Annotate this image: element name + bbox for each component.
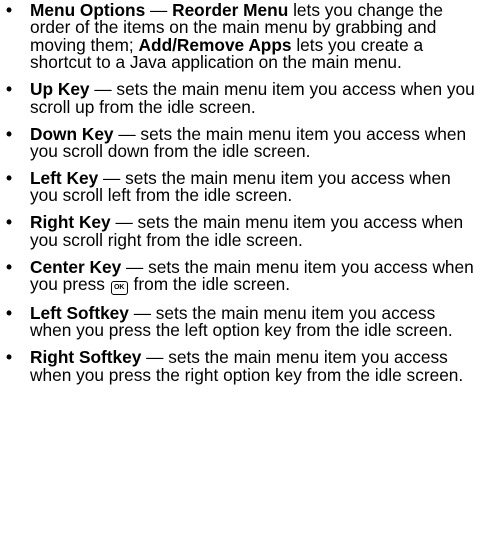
- bullet-marker: •: [6, 212, 13, 233]
- manual-page: • Menu Options — Reorder Menu lets you c…: [0, 0, 486, 394]
- bullet-marker: •: [6, 256, 13, 277]
- bullet-marker: •: [6, 302, 13, 323]
- list-item-left-key: • Left Key — sets the main menu item you…: [0, 168, 486, 205]
- bullet-marker: •: [6, 168, 13, 189]
- list-item-right-softkey: • Right Softkey — sets the main menu ite…: [0, 347, 486, 384]
- list-item-menu-options: • Menu Options — Reorder Menu lets you c…: [0, 0, 486, 72]
- list-item-down-key: • Down Key — sets the main menu item you…: [0, 123, 486, 161]
- bullet-marker: •: [6, 123, 13, 144]
- description-text: from the idle screen.: [128, 274, 291, 295]
- list-item-right-key: • Right Key — sets the main menu item yo…: [0, 214, 486, 249]
- list-item-up-key: • Up Key — sets the main menu item you a…: [0, 79, 486, 117]
- bullet-marker: •: [6, 347, 13, 368]
- bullet-marker: •: [6, 79, 13, 100]
- description-text: — sets the main menu item you access whe…: [30, 79, 475, 117]
- settings-bullet-list: • Menu Options — Reorder Menu lets you c…: [0, 0, 486, 384]
- list-item-center-key: • Center Key — sets the main menu item y…: [0, 256, 486, 296]
- bullet-marker: •: [6, 0, 13, 20]
- list-item-left-softkey: • Left Softkey — sets the main menu item…: [0, 302, 486, 340]
- ok-key-icon: OK: [110, 281, 128, 296]
